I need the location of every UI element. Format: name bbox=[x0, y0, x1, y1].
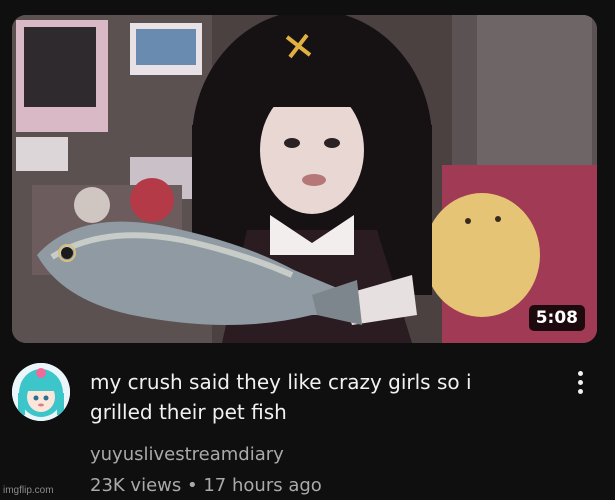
duration-badge: 5:08 bbox=[528, 305, 585, 331]
channel-name[interactable]: yuyuslivestreamdiary bbox=[90, 444, 284, 465]
video-card[interactable]: 5:08 my crush said they like crazy girls… bbox=[0, 0, 615, 500]
video-title[interactable]: my crush said they like crazy girls so i… bbox=[90, 367, 540, 427]
video-metadata: my crush said they like crazy girls so i… bbox=[12, 360, 604, 500]
thumbnail-image bbox=[12, 15, 597, 343]
view-count: 23K views bbox=[90, 475, 182, 496]
channel-avatar[interactable] bbox=[12, 363, 70, 421]
imgflip-watermark: imgflip.com bbox=[3, 485, 54, 496]
video-thumbnail[interactable]: 5:08 bbox=[12, 15, 597, 343]
video-stats: 23K views • 17 hours ago bbox=[90, 475, 322, 496]
avatar-image bbox=[12, 363, 70, 421]
upload-age: 17 hours ago bbox=[203, 475, 322, 496]
more-actions-button[interactable] bbox=[570, 368, 590, 404]
vertical-ellipsis-icon-dot bbox=[577, 389, 583, 394]
vertical-ellipsis-icon bbox=[577, 371, 583, 376]
stats-separator: • bbox=[187, 475, 198, 496]
vertical-ellipsis-icon-dot bbox=[577, 380, 583, 385]
